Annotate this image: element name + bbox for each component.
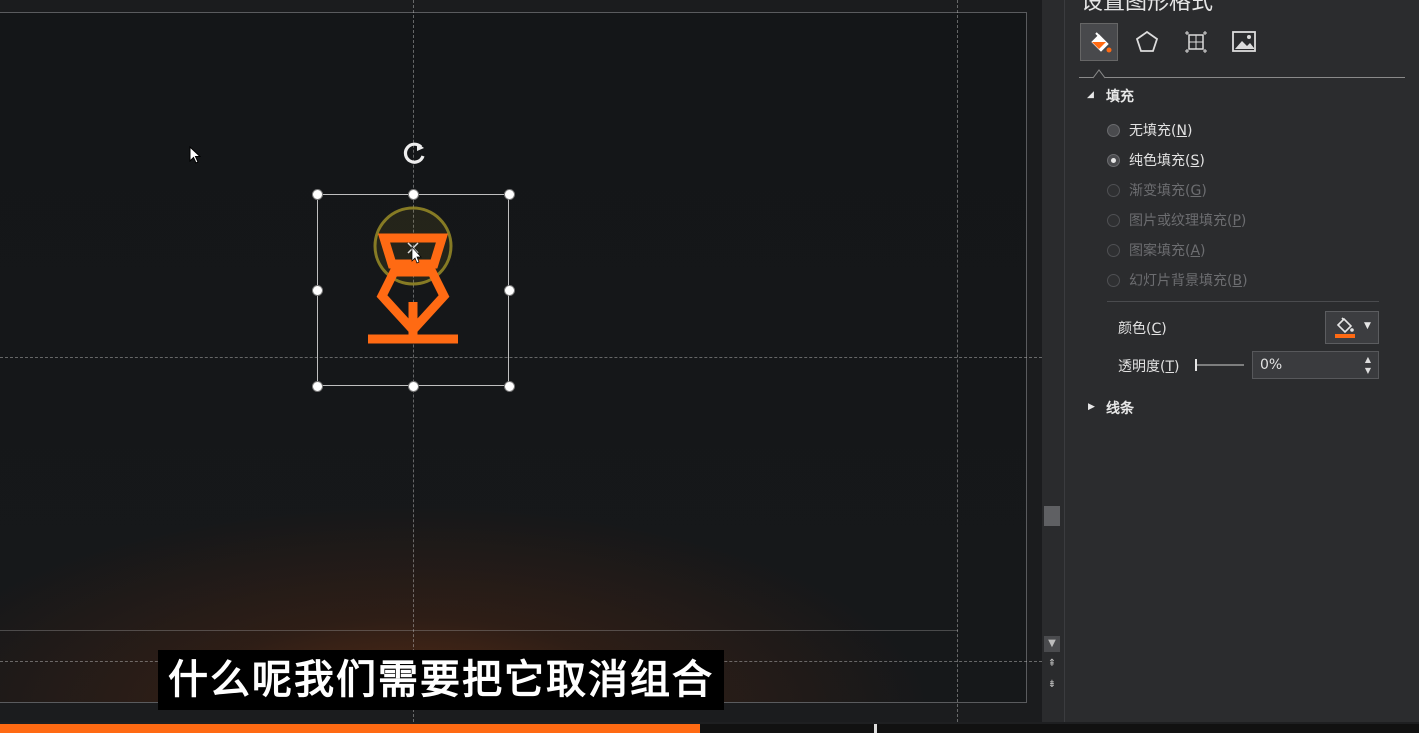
fill-section-header[interactable]: 填充 xyxy=(1106,86,1134,106)
video-subtitle: 什么呢我们需要把它取消组合 xyxy=(158,650,724,710)
resize-handle-top[interactable] xyxy=(408,189,419,200)
shortcut-key: C xyxy=(1151,321,1162,337)
shortcut-key: A xyxy=(1190,243,1201,259)
radio-label-slide-background-fill: 幻灯片背景填充 xyxy=(1129,273,1227,289)
radio-label-pattern-fill: 图案填充 xyxy=(1129,243,1185,259)
video-progress-bar[interactable] xyxy=(0,724,1419,733)
tab-picture[interactable] xyxy=(1225,23,1263,61)
vertical-guide-right[interactable] xyxy=(957,0,958,722)
paint-bucket-icon xyxy=(1091,32,1112,53)
line-section-header[interactable]: 线条 xyxy=(1106,398,1134,418)
transparency-value: 0% xyxy=(1260,357,1283,373)
color-swatch xyxy=(1335,334,1355,338)
color-label-text: 颜色 xyxy=(1118,321,1146,337)
shortcut-key: S xyxy=(1190,153,1200,169)
tab-fill-line[interactable] xyxy=(1080,23,1118,61)
progress-marker[interactable] xyxy=(874,724,877,733)
shortcut-key: B xyxy=(1232,273,1243,289)
fill-section-expanded-icon[interactable]: ◢ xyxy=(1087,90,1097,100)
fill-color-picker-button[interactable]: ▼ xyxy=(1325,311,1379,344)
scrollbar-thumb[interactable] xyxy=(1044,506,1060,526)
radio-label-gradient-fill: 渐变填充 xyxy=(1129,183,1185,199)
tab-size-properties[interactable] xyxy=(1177,23,1215,61)
radio-button[interactable] xyxy=(1107,274,1120,287)
spin-down-icon[interactable]: ▼ xyxy=(1363,367,1373,375)
resize-handle-right[interactable] xyxy=(504,285,515,296)
transparency-input[interactable]: 0% ▲ ▼ xyxy=(1252,351,1379,379)
format-shape-pane: 设置图形格式 ◢ 填充 无填充(N) 纯色填充(S) 渐变填充(G) 图片或纹理… xyxy=(1064,0,1419,722)
previous-slide-icon[interactable]: ⇞ xyxy=(1044,656,1060,672)
resize-handle-left[interactable] xyxy=(312,285,323,296)
resize-handle-top-right[interactable] xyxy=(504,189,515,200)
resize-handle-bottom-right[interactable] xyxy=(504,381,515,392)
shortcut-key: N xyxy=(1176,123,1187,139)
scroll-down-arrow-icon[interactable]: ▼ xyxy=(1044,636,1060,652)
radio-label-solid-fill: 纯色填充 xyxy=(1129,153,1185,169)
mouse-pointer-icon xyxy=(189,146,202,164)
radio-button[interactable] xyxy=(1107,184,1120,197)
tabs-underline xyxy=(1079,77,1405,78)
tab-effects[interactable] xyxy=(1128,23,1166,61)
divider xyxy=(1107,301,1379,302)
resize-handle-bottom[interactable] xyxy=(408,381,419,392)
horizontal-guide-middle[interactable] xyxy=(0,357,1042,358)
shortcut-key: G xyxy=(1190,183,1202,199)
radio-button[interactable] xyxy=(1107,154,1120,167)
pane-title: 设置图形格式 xyxy=(1081,0,1214,15)
slide-canvas-area[interactable]: 什么呢我们需要把它取消组合 xyxy=(0,0,1042,722)
transparency-slider[interactable] xyxy=(1195,358,1245,372)
line-section-collapsed-icon[interactable]: ▶ xyxy=(1088,402,1098,412)
shortcut-key: T xyxy=(1165,359,1175,375)
pentagon-icon xyxy=(1135,30,1159,52)
radio-label-no-fill: 无填充 xyxy=(1129,123,1171,139)
radio-label-picture-texture-fill: 图片或纹理填充 xyxy=(1129,213,1227,229)
next-slide-icon[interactable]: ⇟ xyxy=(1044,677,1060,693)
rotate-handle-icon[interactable] xyxy=(400,139,430,167)
slider-thumb[interactable] xyxy=(1195,359,1197,371)
radio-button[interactable] xyxy=(1107,214,1120,227)
pen-nib-logo-shape[interactable] xyxy=(366,206,460,348)
color-label: 颜色(C) xyxy=(1118,321,1167,337)
transparency-label: 透明度(T) xyxy=(1118,359,1180,375)
radio-button[interactable] xyxy=(1107,244,1120,257)
radio-button[interactable] xyxy=(1107,124,1120,137)
chevron-down-icon: ▼ xyxy=(1364,321,1371,331)
spin-up-icon[interactable]: ▲ xyxy=(1363,356,1373,364)
resize-handle-bottom-left[interactable] xyxy=(312,381,323,392)
slide-inner-border xyxy=(0,630,958,631)
picture-icon xyxy=(1232,31,1256,52)
resize-handle-top-left[interactable] xyxy=(312,189,323,200)
active-tab-pointer xyxy=(1093,69,1105,79)
transparency-label-text: 透明度 xyxy=(1118,359,1160,375)
size-layout-icon xyxy=(1185,31,1207,53)
paint-bucket-color-icon xyxy=(1335,317,1355,338)
vertical-scrollbar[interactable] xyxy=(1042,0,1064,722)
video-progress-fill xyxy=(0,724,700,733)
shortcut-key: P xyxy=(1232,213,1241,229)
